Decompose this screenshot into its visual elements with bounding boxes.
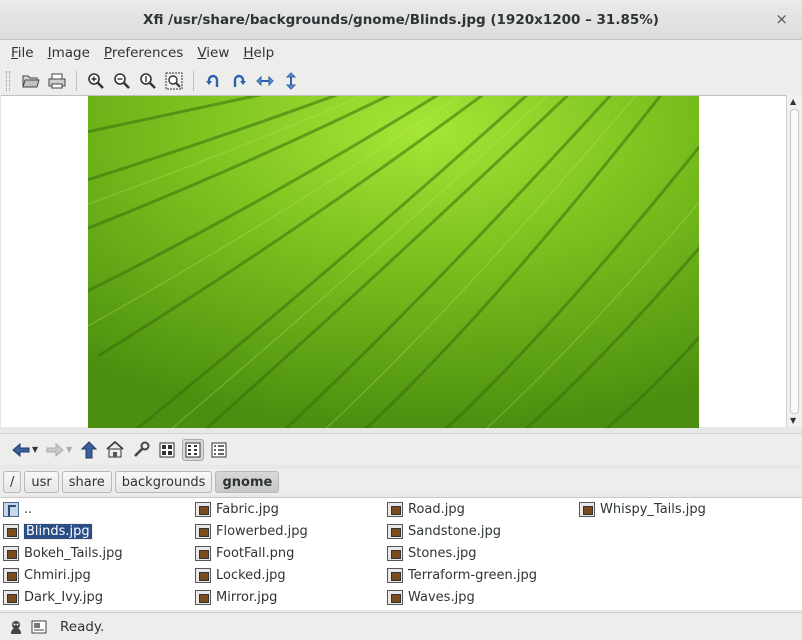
status-text: Ready. bbox=[60, 618, 105, 635]
menu-help[interactable]: Help bbox=[236, 45, 281, 61]
list-item[interactable]: FootFall.png bbox=[195, 543, 294, 563]
toolbar-grip[interactable] bbox=[6, 70, 10, 91]
parent-folder-icon bbox=[3, 501, 19, 517]
status-bar: Ready. bbox=[0, 612, 802, 640]
list-item[interactable]: Waves.jpg bbox=[387, 587, 475, 607]
back-history-dropdown-icon[interactable]: ▼ bbox=[32, 445, 38, 454]
image-file-icon bbox=[3, 523, 19, 539]
mascot-icon bbox=[8, 619, 24, 635]
list-item[interactable]: Flowerbed.jpg bbox=[195, 521, 308, 541]
home-icon[interactable] bbox=[104, 439, 126, 461]
list-item[interactable]: Chmiri.jpg bbox=[3, 565, 91, 585]
list-item[interactable]: Road.jpg bbox=[387, 499, 465, 519]
list-item[interactable]: Bokeh_Tails.jpg bbox=[3, 543, 123, 563]
list-item[interactable]: Sandstone.jpg bbox=[387, 521, 501, 541]
menu-image[interactable]: Image bbox=[41, 45, 97, 61]
path-crumb-share[interactable]: share bbox=[61, 471, 112, 493]
image-file-icon bbox=[3, 589, 19, 605]
list-item[interactable]: Stones.jpg bbox=[387, 543, 477, 563]
rotate-left-icon[interactable] bbox=[202, 70, 224, 92]
forward-arrow-icon[interactable] bbox=[44, 439, 66, 461]
list-item[interactable]: Fabric.jpg bbox=[195, 499, 279, 519]
up-arrow-icon[interactable] bbox=[78, 439, 100, 461]
toolbar bbox=[0, 66, 802, 95]
forward-history-dropdown-icon[interactable]: ▼ bbox=[66, 445, 72, 454]
title-bar: Xfi /usr/share/backgrounds/gnome/Blinds.… bbox=[0, 0, 802, 40]
menu-view[interactable]: View bbox=[190, 45, 236, 61]
toolbar-separator bbox=[193, 70, 194, 91]
menu-bar: File Image Preferences View Help bbox=[0, 40, 802, 66]
big-icons-view-icon[interactable] bbox=[156, 439, 178, 461]
navigation-toolbar: ▼ ▼ bbox=[0, 433, 802, 465]
list-item[interactable]: Dark_Ivy.jpg bbox=[3, 587, 103, 607]
close-icon[interactable]: × bbox=[775, 10, 788, 28]
list-item[interactable]: .. bbox=[3, 499, 32, 519]
image-file-icon bbox=[195, 567, 211, 583]
zoom-fit-icon[interactable] bbox=[163, 70, 185, 92]
leaf-photo bbox=[88, 96, 699, 428]
path-crumb-usr[interactable]: usr bbox=[24, 471, 59, 493]
image-file-icon bbox=[195, 523, 211, 539]
thumbnail-panel-icon[interactable] bbox=[31, 619, 47, 635]
image-viewer[interactable] bbox=[1, 95, 786, 428]
list-item[interactable]: Blinds.jpg bbox=[3, 521, 93, 541]
menu-file[interactable]: File bbox=[4, 45, 41, 61]
zoom-in-icon[interactable] bbox=[85, 70, 107, 92]
list-item[interactable]: Mirror.jpg bbox=[195, 587, 277, 607]
path-bar: / usr share backgrounds gnome bbox=[0, 469, 802, 495]
path-crumb-backgrounds[interactable]: backgrounds bbox=[114, 471, 213, 493]
file-list: .. Blinds.jpg Bokeh_Tails.jpg Chmiri.jpg… bbox=[0, 497, 802, 610]
image-file-icon bbox=[387, 589, 403, 605]
zoom-out-icon[interactable] bbox=[111, 70, 133, 92]
image-file-icon bbox=[195, 545, 211, 561]
image-file-icon bbox=[195, 501, 211, 517]
path-crumb-root[interactable]: / bbox=[3, 471, 22, 493]
wrench-icon[interactable] bbox=[130, 439, 152, 461]
image-file-icon bbox=[387, 501, 403, 517]
list-item[interactable]: Whispy_Tails.jpg bbox=[579, 499, 706, 519]
flip-vertical-icon[interactable] bbox=[280, 70, 302, 92]
print-icon[interactable] bbox=[46, 70, 68, 92]
details-view-icon[interactable] bbox=[208, 439, 230, 461]
list-item[interactable]: Locked.jpg bbox=[195, 565, 286, 585]
list-item[interactable]: Terraform-green.jpg bbox=[387, 565, 537, 585]
rotate-right-icon[interactable] bbox=[228, 70, 250, 92]
scrollbar-thumb[interactable] bbox=[790, 109, 799, 414]
window-title: Xfi /usr/share/backgrounds/gnome/Blinds.… bbox=[143, 11, 659, 28]
small-icons-view-icon[interactable] bbox=[182, 438, 205, 461]
menu-preferences[interactable]: Preferences bbox=[97, 45, 190, 61]
scroll-down-arrow-icon[interactable]: ▼ bbox=[790, 416, 796, 425]
back-arrow-icon[interactable] bbox=[10, 439, 32, 461]
path-crumb-gnome[interactable]: gnome bbox=[215, 471, 280, 493]
image-file-icon bbox=[195, 589, 211, 605]
flip-horizontal-icon[interactable] bbox=[254, 70, 276, 92]
scroll-up-arrow-icon[interactable]: ▲ bbox=[790, 97, 796, 106]
image-file-icon bbox=[579, 501, 595, 517]
zoom-100-icon[interactable] bbox=[137, 70, 159, 92]
image-file-icon bbox=[387, 545, 403, 561]
image-file-icon bbox=[3, 567, 19, 583]
image-file-icon bbox=[387, 523, 403, 539]
toolbar-separator bbox=[76, 70, 77, 91]
image-file-icon bbox=[387, 567, 403, 583]
vertical-scrollbar[interactable]: ▲ ▼ bbox=[786, 95, 802, 427]
open-folder-icon[interactable] bbox=[20, 70, 42, 92]
image-file-icon bbox=[3, 545, 19, 561]
